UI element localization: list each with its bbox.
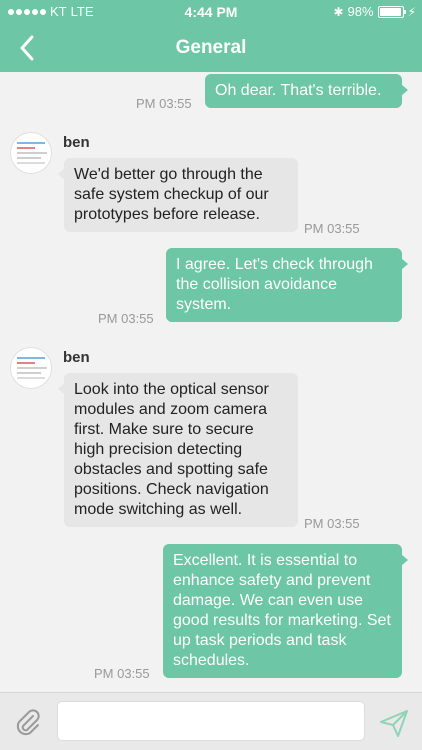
battery-percent: 98%: [347, 4, 374, 19]
message-time: PM 03:55: [304, 221, 360, 236]
message-list[interactable]: Oh dear. That's terrible. PM 03:55 ben W…: [0, 72, 422, 692]
message-input[interactable]: [57, 701, 365, 741]
charging-icon: ⚡: [407, 4, 416, 19]
send-button[interactable]: [378, 707, 410, 739]
message-time: PM 03:55: [98, 311, 154, 326]
avatar[interactable]: [10, 132, 52, 174]
attach-button[interactable]: [12, 707, 44, 739]
page-title: General: [175, 37, 247, 58]
outgoing-message[interactable]: Oh dear. That's terrible.: [205, 74, 408, 108]
paperclip-icon: [16, 709, 40, 736]
message-text: I agree. Let's check through the collisi…: [176, 256, 373, 313]
outgoing-message[interactable]: I agree. Let's check through the collisi…: [166, 248, 408, 322]
incoming-message[interactable]: Look into the optical sensor modules and…: [58, 373, 298, 527]
message-text: Oh dear. That's terrible.: [215, 82, 382, 99]
status-right: ✱ 98% ⚡: [333, 4, 416, 19]
message-time: PM 03:55: [304, 516, 360, 531]
battery-icon: [377, 5, 406, 18]
nav-bar: General: [0, 24, 422, 72]
send-icon: [380, 710, 408, 737]
message-text: Look into the optical sensor modules and…: [74, 381, 269, 518]
sender-name: ben: [63, 349, 90, 366]
sender-name: ben: [63, 134, 90, 151]
outgoing-message[interactable]: Excellent. It is essential to enhance sa…: [163, 544, 408, 678]
message-composer: [0, 692, 422, 750]
incoming-message[interactable]: We'd better go through the safe system c…: [58, 158, 298, 232]
message-time: PM 03:55: [94, 666, 150, 681]
bluetooth-icon: ✱: [333, 4, 344, 19]
message-text: We'd better go through the safe system c…: [74, 166, 269, 223]
avatar[interactable]: [10, 347, 52, 389]
message-time: PM 03:55: [136, 96, 192, 111]
app-header: KT LTE 4:44 PM ✱ 98% ⚡ General: [0, 0, 422, 72]
message-text: Excellent. It is essential to enhance sa…: [173, 552, 391, 669]
status-bar: KT LTE 4:44 PM ✱ 98% ⚡: [0, 0, 422, 24]
